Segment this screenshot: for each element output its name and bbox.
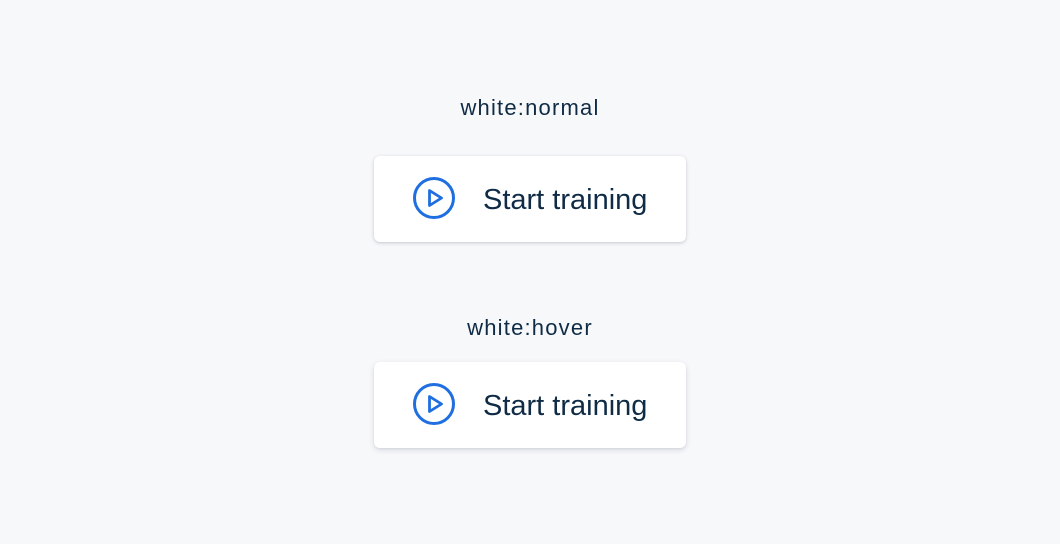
start-training-label: Start training	[483, 184, 648, 216]
play-circle-icon	[412, 176, 456, 220]
start-training-label: Start training	[483, 390, 648, 422]
start-training-button-normal[interactable]: Start training	[374, 156, 686, 242]
start-training-button-hover[interactable]: Start training	[374, 362, 686, 448]
play-circle-icon	[412, 382, 456, 426]
state-label-normal: white:normal	[460, 95, 600, 120]
state-label-hover: white:hover	[467, 315, 593, 340]
